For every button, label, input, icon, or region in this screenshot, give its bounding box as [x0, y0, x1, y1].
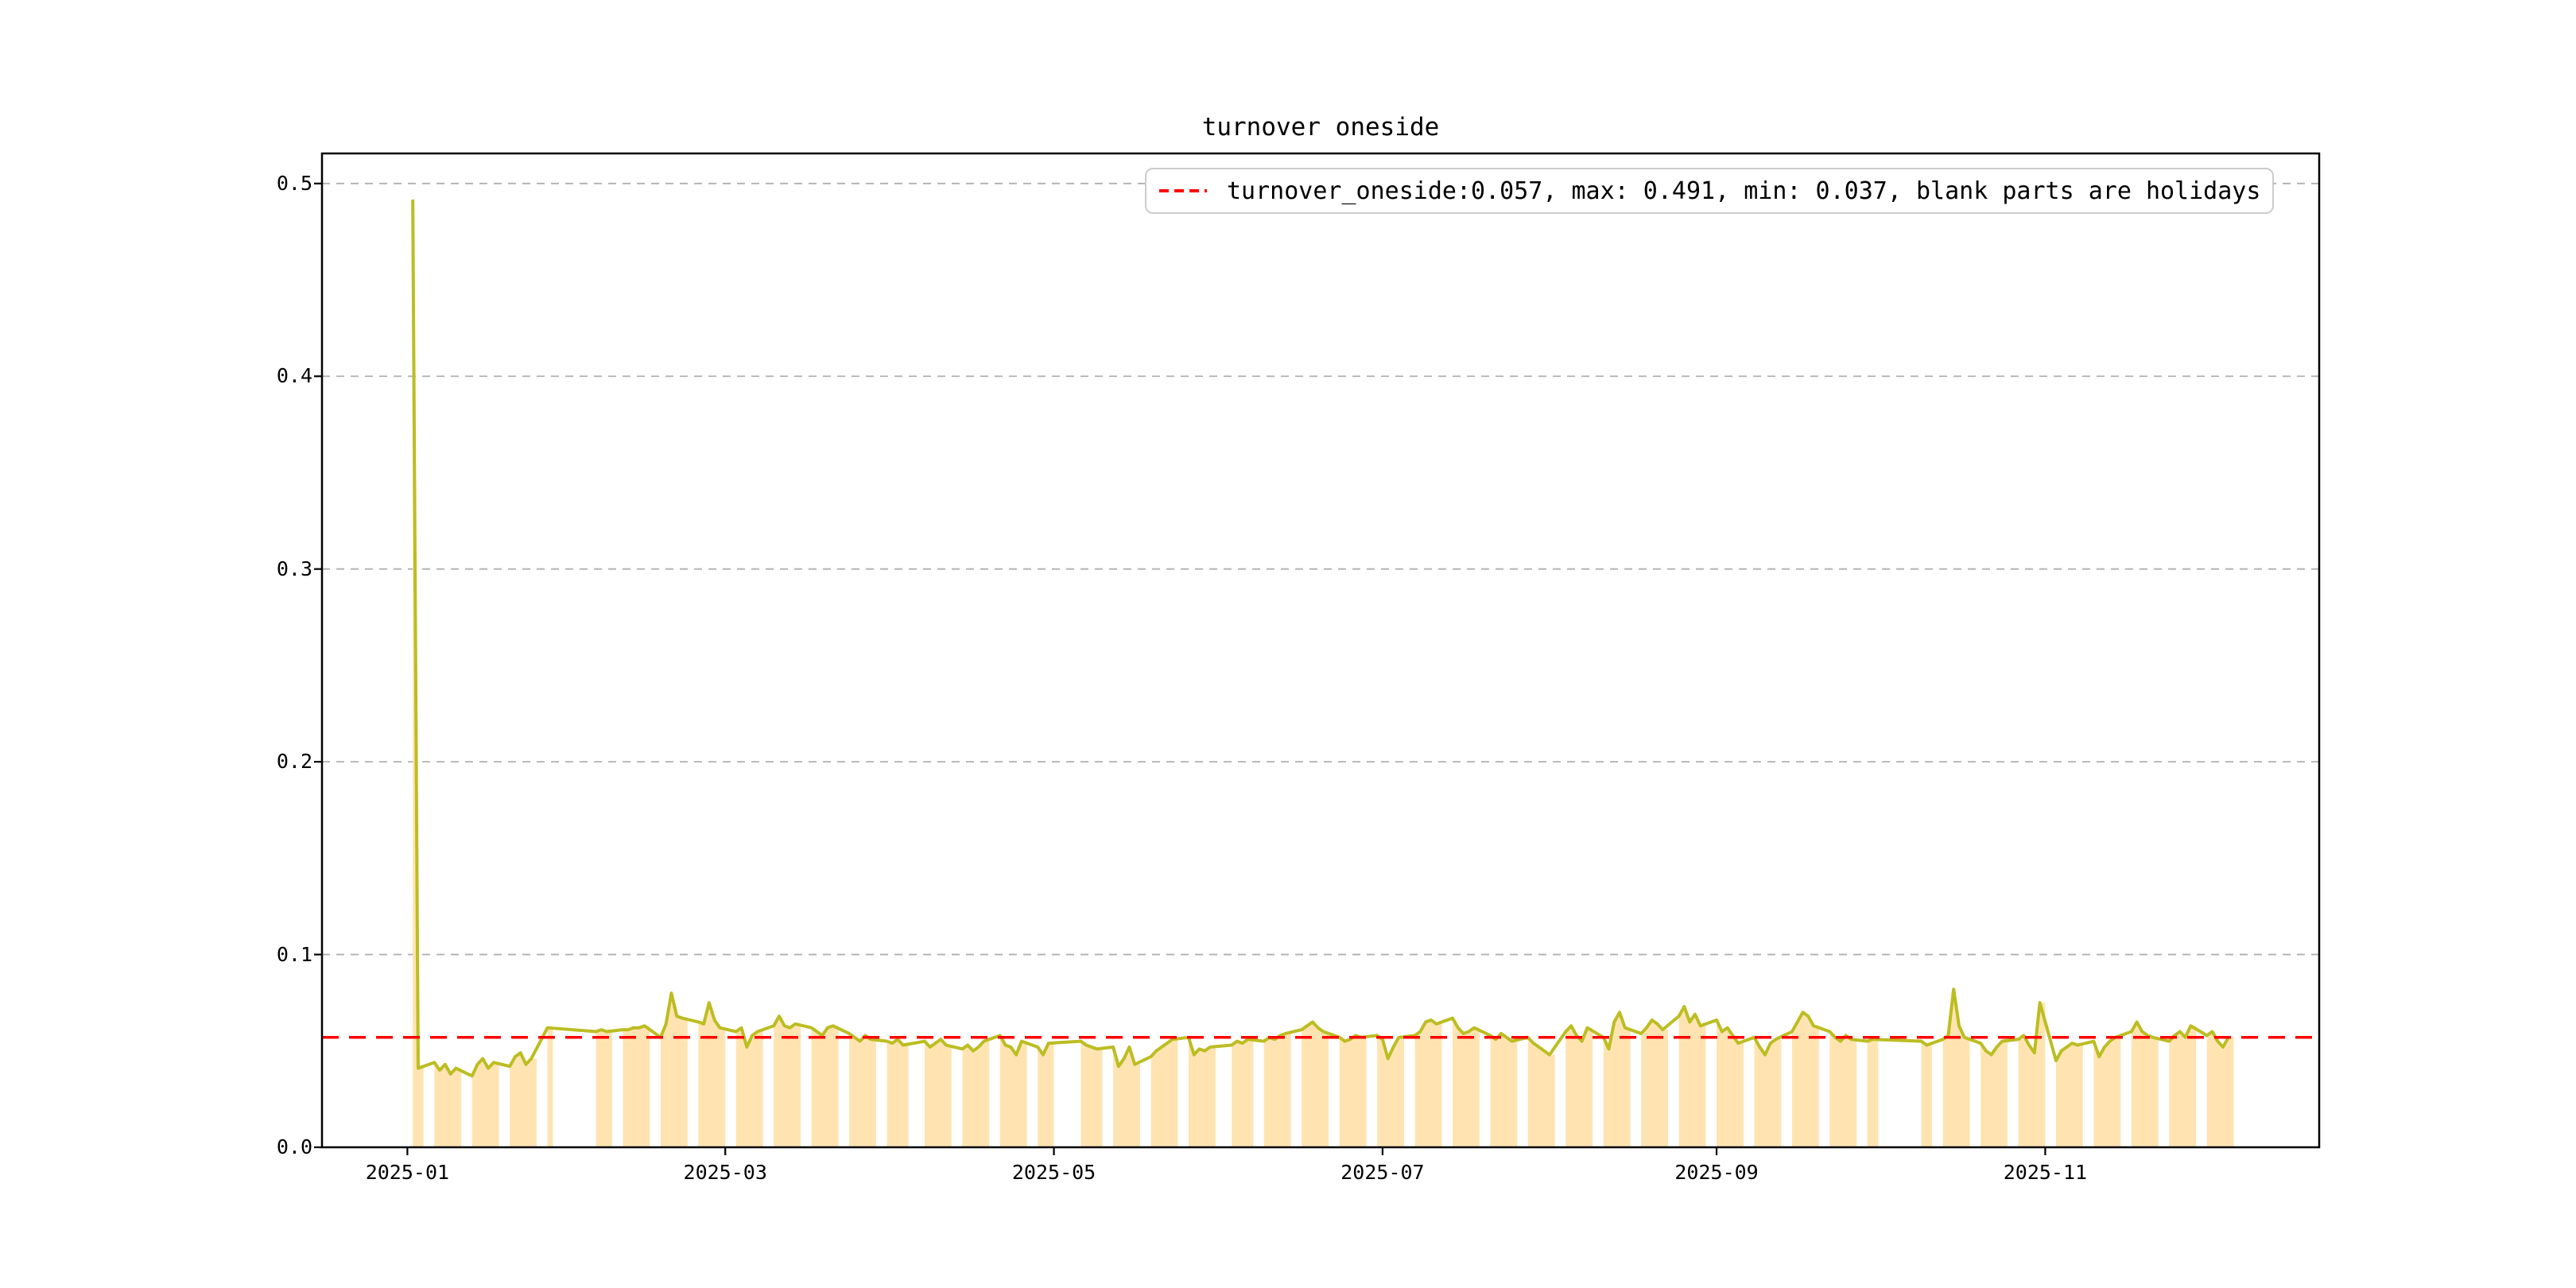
legend-dash-marker: [1159, 189, 1207, 192]
y-tick-label: 0.5: [276, 171, 312, 195]
y-tick-label: 0.4: [276, 364, 312, 388]
figure-canvas: turnover oneside turnover_oneside:0.057,…: [0, 0, 2576, 1288]
legend-label: turnover_oneside:0.057, max: 0.491, min:…: [1227, 177, 2261, 205]
axis-ticks: [314, 182, 2046, 1155]
x-tick-label: 2025-03: [683, 1161, 767, 1184]
x-tick-label: 2025-07: [1340, 1161, 1425, 1184]
x-tick-label: 2025-01: [365, 1161, 450, 1184]
x-tick-label: 2025-05: [1011, 1161, 1096, 1184]
legend-box: turnover_oneside:0.057, max: 0.491, min:…: [1145, 168, 2275, 214]
y-tick-label: 0.1: [276, 942, 312, 966]
x-tick-label: 2025-09: [1674, 1161, 1759, 1184]
plot-border: [320, 152, 2321, 1149]
turnover-line: [411, 199, 2230, 1078]
y-tick-label: 0.0: [276, 1135, 312, 1158]
x-tick-label: 2025-11: [2003, 1161, 2088, 1184]
gridlines: [322, 182, 2319, 956]
trading-day-fill-bars: [413, 200, 2234, 1147]
y-tick-label: 0.2: [276, 750, 312, 774]
y-tick-label: 0.3: [276, 557, 312, 580]
